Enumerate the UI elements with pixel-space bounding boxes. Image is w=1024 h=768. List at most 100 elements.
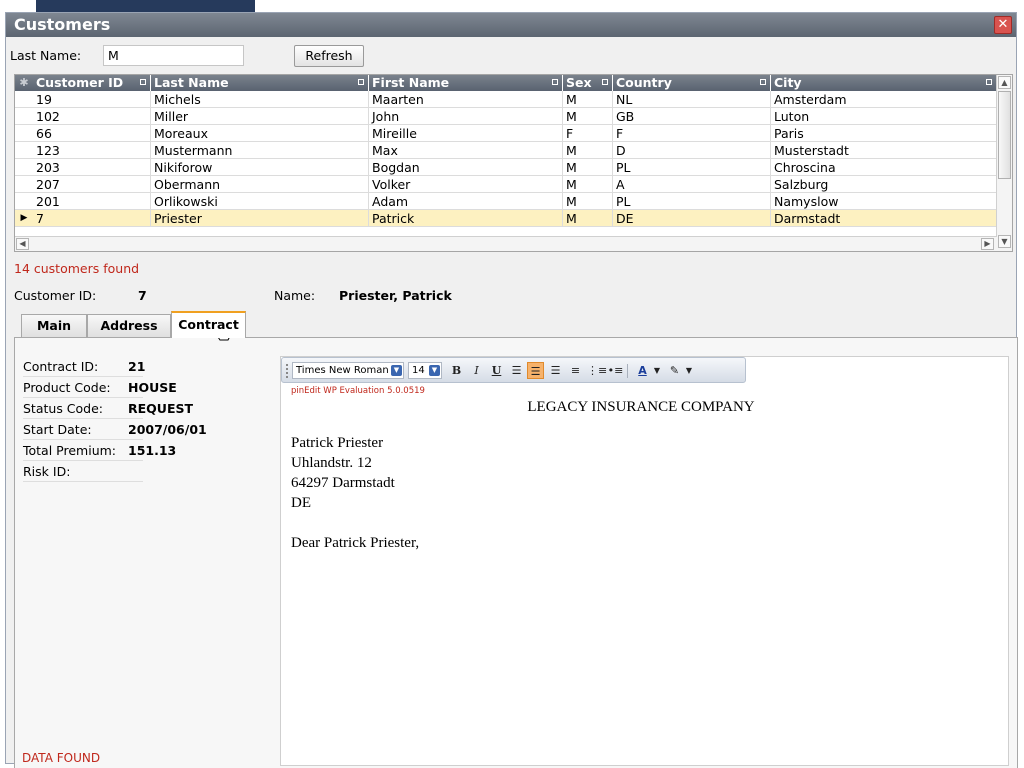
cell-sex: M <box>563 210 613 227</box>
tab-contract[interactable]: Contract <box>171 311 246 338</box>
evaluation-notice: pinEdit WP Evaluation 5.0.0519 <box>291 386 425 396</box>
italic-icon[interactable]: I <box>468 362 485 379</box>
grid-horizontal-scrollbar[interactable]: ◀ ▶ <box>15 236 997 251</box>
row-indicator <box>15 142 33 159</box>
table-row[interactable]: 201 Orlikowski Adam M PL Namyslow <box>15 193 997 210</box>
field-label: Total Premium: <box>23 443 116 458</box>
address-line: DE <box>291 495 311 511</box>
cell-country: DE <box>613 210 771 227</box>
contract-letter-editor[interactable]: Times New Roman ▼ 14 ▼ B I U ☰ ☰ ☰ ≡ ⋮≡ … <box>280 356 1009 766</box>
cell-first-name: John <box>369 108 563 125</box>
last-name-input[interactable] <box>103 45 244 66</box>
column-header-sex[interactable]: Sex <box>563 75 613 91</box>
bullet-list-icon[interactable]: •≡ <box>607 362 624 379</box>
align-right-icon[interactable]: ☰ <box>547 362 564 379</box>
bold-icon[interactable]: B <box>448 362 465 379</box>
customers-grid: ✱ Customer ID Last Name First Name Sex C… <box>14 74 1013 252</box>
sort-icon <box>552 79 558 85</box>
table-row[interactable]: 66 Moreaux Mireille F F Paris <box>15 125 997 142</box>
cell-first-name: Maarten <box>369 91 563 108</box>
cell-country: PL <box>613 193 771 210</box>
cell-city: Chroscina <box>771 159 997 176</box>
table-row[interactable]: 203 Nikiforow Bogdan M PL Chroscina <box>15 159 997 176</box>
tab-main[interactable]: Main <box>21 314 87 338</box>
cell-sex: M <box>563 91 613 108</box>
scroll-thumb[interactable] <box>998 91 1011 179</box>
row-indicator <box>15 125 33 142</box>
dropdown-arrow-icon: ▼ <box>391 365 402 376</box>
column-header-last-name[interactable]: Last Name <box>151 75 369 91</box>
row-indicator <box>15 176 33 193</box>
column-header-customer-id[interactable]: Customer ID <box>33 75 151 91</box>
highlight-color-icon[interactable]: ✎ <box>666 362 683 379</box>
top-nav-block <box>36 0 255 12</box>
font-family-select[interactable]: Times New Roman ▼ <box>292 362 404 379</box>
cell-city: Salzburg <box>771 176 997 193</box>
cell-country: PL <box>613 159 771 176</box>
cell-city: Paris <box>771 125 997 142</box>
tab-address[interactable]: Address <box>87 314 171 338</box>
table-row[interactable]: 207 Obermann Volker M A Salzburg <box>15 176 997 193</box>
cell-customer-id: 123 <box>33 142 151 159</box>
cell-city: Darmstadt <box>771 210 997 227</box>
column-header-city[interactable]: City <box>771 75 997 91</box>
cell-customer-id: 207 <box>33 176 151 193</box>
toolbar-grip-icon[interactable] <box>286 364 288 378</box>
sort-icon <box>140 79 146 85</box>
cell-customer-id: 19 <box>33 91 151 108</box>
start-date-value: 2007/06/01 <box>128 422 207 437</box>
field-total-premium: Total Premium: <box>23 440 143 461</box>
select-all-icon[interactable]: ✱ <box>15 75 33 91</box>
window-title: Customers <box>14 15 111 34</box>
letter-document[interactable]: LEGACY INSURANCE COMPANY Patrick Prieste… <box>291 397 991 553</box>
align-center-icon[interactable]: ☰ <box>527 362 544 379</box>
align-justify-icon[interactable]: ≡ <box>567 362 584 379</box>
detail-tabs: Main Address Contract <box>21 311 281 338</box>
address-line: 64297 Darmstadt <box>291 475 395 491</box>
align-left-icon[interactable]: ☰ <box>508 362 525 379</box>
cell-customer-id: 203 <box>33 159 151 176</box>
cell-customer-id: 102 <box>33 108 151 125</box>
font-size-select[interactable]: 14 ▼ <box>408 362 442 379</box>
dropdown-arrow-icon[interactable]: ▼ <box>652 362 662 379</box>
cell-country: GB <box>613 108 771 125</box>
field-status-code: Status Code: <box>23 398 143 419</box>
contract-id-value: 21 <box>128 359 146 374</box>
last-name-label: Last Name: <box>10 48 82 63</box>
scroll-up-icon[interactable]: ▲ <box>998 76 1011 89</box>
table-row[interactable]: 102 Miller John M GB Luton <box>15 108 997 125</box>
customers-window: Customers ✕ Last Name: Refresh ✱ Custome… <box>5 12 1018 768</box>
grid-vertical-scrollbar[interactable]: ▲ ▼ <box>996 75 1012 251</box>
cell-last-name: Obermann <box>151 176 369 193</box>
table-row[interactable]: 19 Michels Maarten M NL Amsterdam <box>15 91 997 108</box>
underline-icon[interactable]: U <box>488 362 505 379</box>
letter-salutation: Dear Patrick Priester, <box>291 535 420 551</box>
dropdown-arrow-icon[interactable]: ▼ <box>684 362 694 379</box>
grid-header: ✱ Customer ID Last Name First Name Sex C… <box>15 75 997 91</box>
row-indicator <box>15 193 33 210</box>
scroll-down-icon[interactable]: ▼ <box>998 235 1011 248</box>
cell-country: D <box>613 142 771 159</box>
field-label: Risk ID: <box>23 464 71 479</box>
scroll-right-icon[interactable]: ▶ <box>981 238 994 250</box>
cell-sex: M <box>563 176 613 193</box>
close-icon[interactable]: ✕ <box>994 16 1012 34</box>
cell-last-name: Moreaux <box>151 125 369 142</box>
numbered-list-icon[interactable]: ⋮≡ <box>587 362 607 379</box>
table-row[interactable]: 123 Mustermann Max M D Musterstadt <box>15 142 997 159</box>
field-label: Status Code: <box>23 401 104 416</box>
table-row-selected[interactable]: ▶ 7 Priester Patrick M DE Darmstadt <box>15 210 997 227</box>
cell-city: Luton <box>771 108 997 125</box>
refresh-button[interactable]: Refresh <box>294 45 364 67</box>
data-found-status: DATA FOUND <box>22 751 101 765</box>
field-risk-id: Risk ID: <box>23 461 143 482</box>
column-header-country[interactable]: Country <box>613 75 771 91</box>
column-header-first-name[interactable]: First Name <box>369 75 563 91</box>
font-color-icon[interactable]: A <box>634 362 651 379</box>
cell-city: Amsterdam <box>771 91 997 108</box>
scroll-left-icon[interactable]: ◀ <box>16 238 29 250</box>
current-row-arrow-icon: ▶ <box>20 213 28 223</box>
cell-first-name: Adam <box>369 193 563 210</box>
cell-first-name: Bogdan <box>369 159 563 176</box>
field-label: Contract ID: <box>23 359 99 374</box>
